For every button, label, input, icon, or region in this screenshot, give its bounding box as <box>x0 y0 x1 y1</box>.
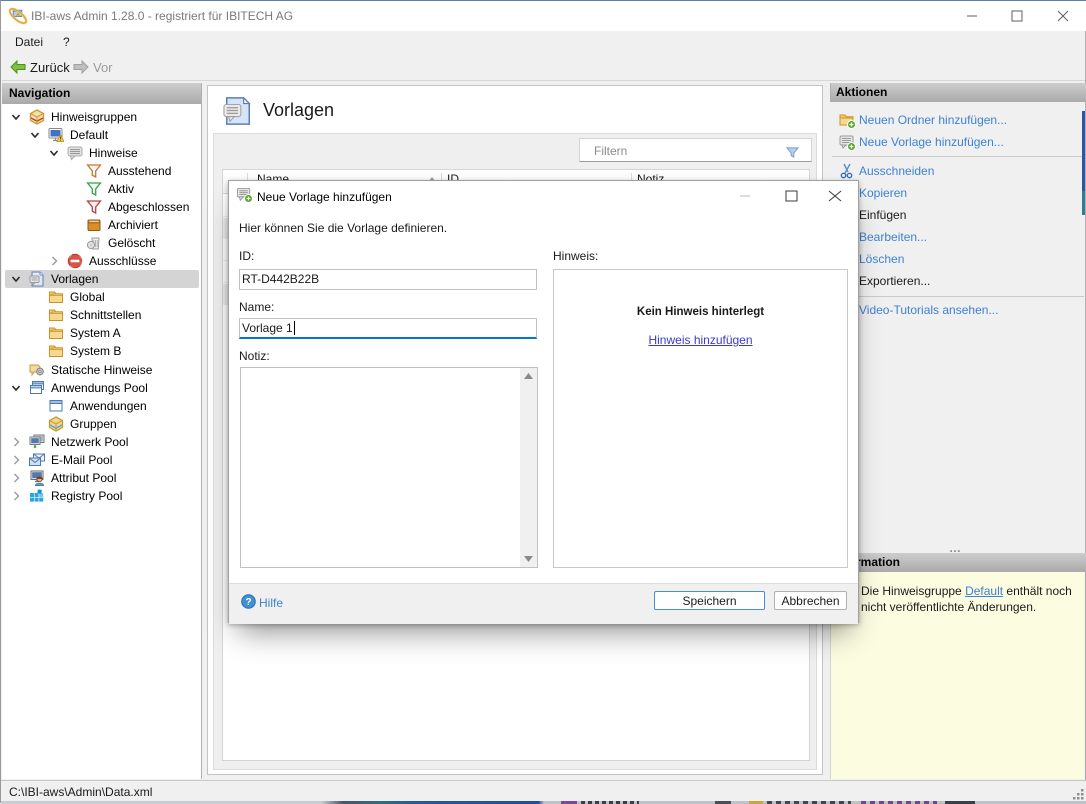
svg-text:?: ? <box>245 597 251 608</box>
